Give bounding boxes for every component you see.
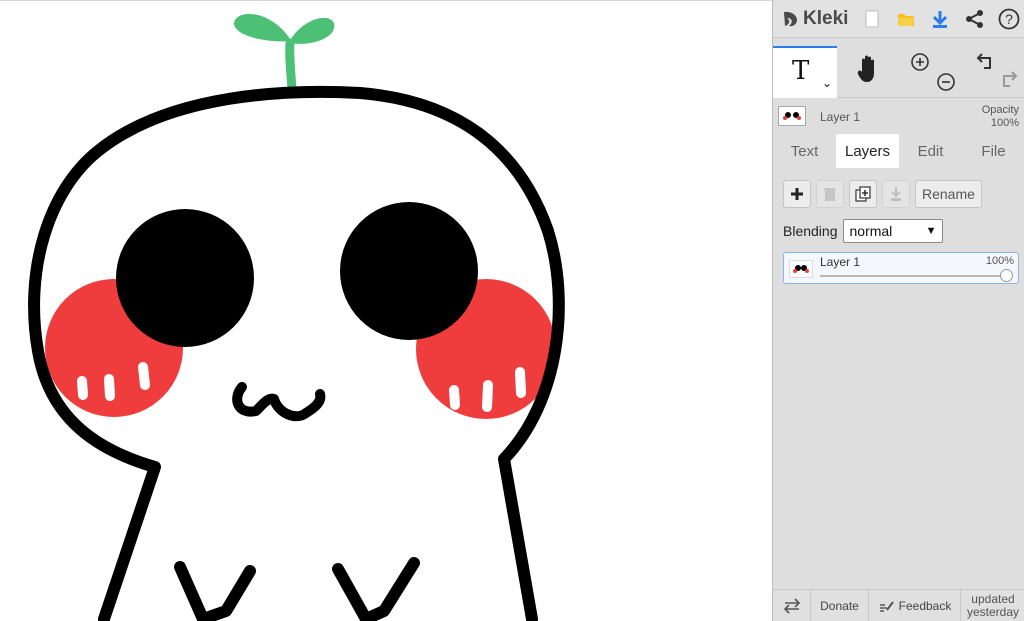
download-icon bbox=[932, 11, 948, 28]
top-bar: Kleki ? bbox=[773, 0, 1024, 38]
blending-row: Blending normal ▼ bbox=[783, 218, 943, 244]
opacity-label: Opacity bbox=[981, 104, 1019, 116]
save-image-button[interactable] bbox=[928, 7, 952, 31]
new-image-button[interactable] bbox=[860, 7, 884, 31]
sprout-leaf-left bbox=[234, 13, 290, 42]
layer-item-name: Layer 1 bbox=[820, 255, 861, 269]
add-layer-icon bbox=[791, 188, 803, 200]
zoom-in-icon bbox=[911, 53, 929, 71]
drawing-canvas[interactable] bbox=[0, 0, 772, 621]
canvas-artwork bbox=[28, 13, 565, 621]
opacity-value: 100% bbox=[990, 117, 1019, 129]
add-layer-button[interactable] bbox=[783, 180, 811, 208]
blending-mode-value: normal bbox=[849, 223, 893, 239]
layer-list-item[interactable]: Layer 1 100% bbox=[783, 252, 1019, 284]
layer-buttons: Rename bbox=[783, 180, 982, 208]
feedback-link[interactable]: Feedback bbox=[869, 590, 961, 621]
tab-edit[interactable]: Edit bbox=[899, 134, 962, 168]
duplicate-layer-button[interactable] bbox=[849, 180, 877, 208]
updated-line-2: yesterday bbox=[966, 604, 1020, 619]
blending-label: Blending bbox=[783, 223, 838, 239]
duplicate-layer-icon bbox=[855, 186, 871, 202]
tab-layers[interactable]: Layers bbox=[836, 134, 899, 168]
layer-opacity-slider-track[interactable] bbox=[820, 275, 1004, 277]
share-icon bbox=[966, 10, 983, 28]
zoom-out-icon bbox=[937, 73, 955, 91]
open-folder-icon bbox=[898, 14, 914, 26]
mouth bbox=[232, 382, 326, 422]
current-layer-name: Layer 1 bbox=[820, 110, 861, 124]
swap-sides-icon bbox=[783, 597, 800, 614]
layers-tab-content: Rename Blending normal ▼ Layer 1 100% bbox=[773, 168, 1024, 588]
side-panel: Kleki ? T ⌄ Layer 1 Opacity 100% Text La… bbox=[772, 0, 1024, 621]
blending-mode-select[interactable]: normal ▼ bbox=[842, 219, 943, 243]
layer-item-opacity: 100% bbox=[985, 255, 1014, 267]
layer-opacity-display: Opacity 100% bbox=[982, 104, 1019, 130]
redo-button[interactable] bbox=[1000, 70, 1020, 93]
right-arm bbox=[332, 557, 420, 621]
tab-text[interactable]: Text bbox=[773, 134, 836, 168]
updated-info: updated yesterday bbox=[966, 591, 1020, 619]
left-eye bbox=[116, 209, 254, 347]
right-eye bbox=[340, 202, 478, 340]
open-image-button[interactable] bbox=[894, 7, 918, 31]
text-tool-button[interactable]: T ⌄ bbox=[773, 46, 837, 98]
merge-down-button[interactable] bbox=[882, 180, 910, 208]
left-arm bbox=[174, 561, 256, 621]
sprout-leaf-right bbox=[290, 17, 335, 44]
svg-text:?: ? bbox=[1005, 11, 1013, 27]
share-button[interactable] bbox=[963, 7, 987, 31]
kleki-logo-icon bbox=[784, 11, 797, 27]
layer-item-thumbnail bbox=[789, 260, 813, 278]
sprout-stem bbox=[285, 38, 297, 94]
tab-file[interactable]: File bbox=[962, 134, 1024, 168]
undo-icon bbox=[976, 53, 991, 69]
kleki-app: Kleki ? T ⌄ Layer 1 Opacity 100% Text La… bbox=[0, 0, 1024, 621]
merge-down-icon bbox=[891, 187, 901, 201]
donate-link[interactable]: Donate bbox=[811, 590, 869, 621]
rename-layer-button[interactable]: Rename bbox=[915, 180, 982, 208]
new-image-icon bbox=[865, 10, 879, 28]
help-button[interactable]: ? bbox=[997, 7, 1021, 31]
delete-layer-button[interactable] bbox=[816, 180, 844, 208]
current-layer-info: Layer 1 Opacity 100% bbox=[773, 98, 1024, 134]
chevron-down-icon[interactable]: ⌄ bbox=[822, 76, 832, 90]
help-icon: ? bbox=[998, 8, 1020, 30]
text-tool-icon: T bbox=[792, 56, 810, 86]
redo-icon bbox=[1003, 71, 1018, 87]
delete-layer-icon bbox=[824, 188, 836, 201]
app-name: Kleki bbox=[803, 8, 849, 29]
zoom-out-button[interactable] bbox=[936, 72, 956, 95]
swap-sides-button[interactable] bbox=[773, 590, 811, 621]
feedback-icon bbox=[879, 600, 894, 612]
tool-row: T ⌄ bbox=[773, 38, 1024, 98]
layer-opacity-slider-handle[interactable] bbox=[1000, 269, 1013, 282]
panel-tabs: Text Layers Edit File bbox=[773, 134, 1024, 168]
layer-thumbnail bbox=[778, 106, 806, 126]
chevron-down-icon: ▼ bbox=[925, 225, 937, 237]
feedback-label: Feedback bbox=[898, 598, 952, 613]
hand-tool-button[interactable] bbox=[855, 54, 883, 87]
zoom-in-button[interactable] bbox=[910, 52, 930, 75]
updated-line-1: updated bbox=[971, 591, 1015, 606]
changelog-link[interactable]: updated yesterday bbox=[961, 590, 1024, 621]
hand-tool-icon bbox=[857, 55, 874, 82]
app-logo[interactable]: Kleki bbox=[781, 6, 848, 32]
undo-button[interactable] bbox=[974, 52, 994, 75]
bottom-bar: Donate Feedback updated yesterday bbox=[773, 589, 1024, 621]
